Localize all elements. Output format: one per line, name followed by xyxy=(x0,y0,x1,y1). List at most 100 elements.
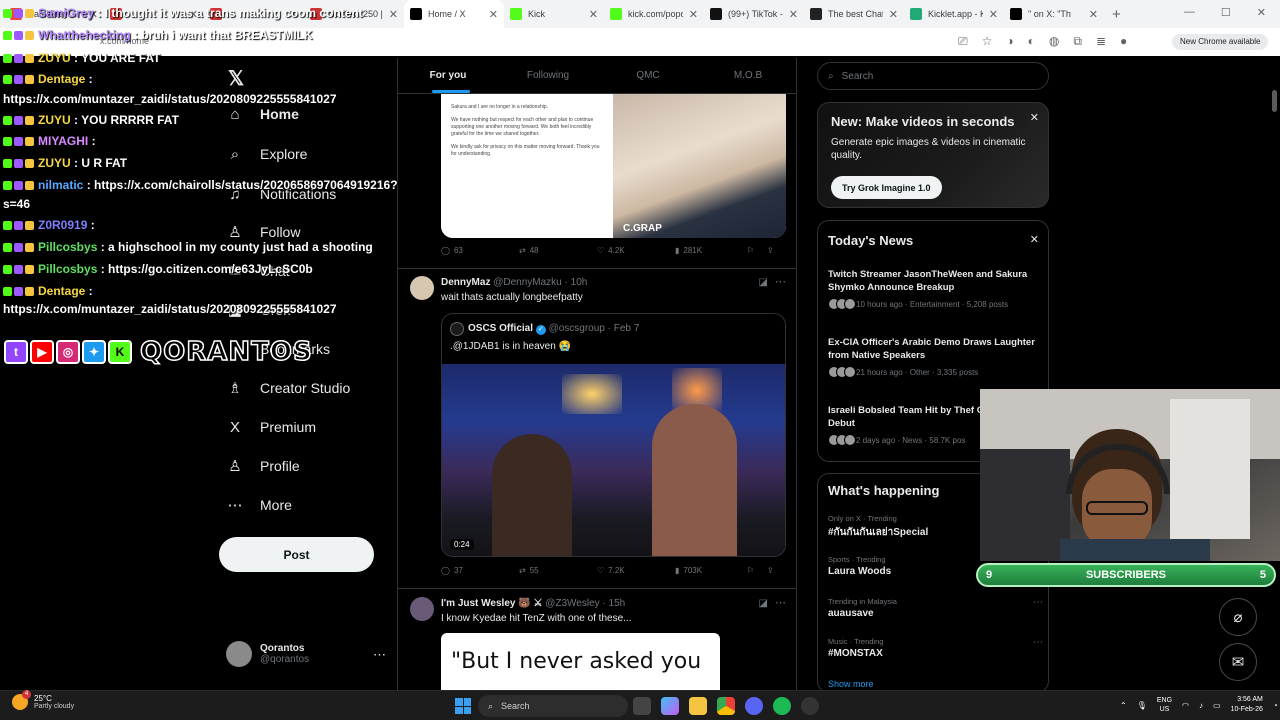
bookmark-icon[interactable]: ⚐ xyxy=(747,566,767,575)
install-icon[interactable]: ⎚ xyxy=(958,34,968,49)
post-media[interactable]: Sakura and I are no longer in a relation… xyxy=(441,94,786,238)
tab-m-o-b[interactable]: M.O.B xyxy=(698,58,796,93)
post-button[interactable]: Post xyxy=(219,537,374,572)
messages-icon[interactable]: ✉ xyxy=(1219,643,1257,681)
close-icon[interactable]: ✕ xyxy=(989,8,998,21)
nav-item-premium[interactable]: X Premium xyxy=(224,413,316,441)
more-icon[interactable]: ⋯ xyxy=(775,596,786,609)
browser-tab[interactable]: kick.com/popo ✕ xyxy=(604,0,704,28)
extension-icon[interactable]: ◑ xyxy=(1006,34,1013,49)
grok-icon[interactable]: ◪ xyxy=(759,598,768,609)
maximize-icon[interactable]: ☐ xyxy=(1221,6,1231,19)
task-view-icon[interactable] xyxy=(633,697,651,715)
more-icon[interactable]: ⋯ xyxy=(1033,637,1043,648)
close-icon[interactable]: ✕ xyxy=(1030,111,1039,124)
browser-tab[interactable]: Kicklet.app - K ✕ xyxy=(904,0,1004,28)
star-icon[interactable]: ☆ xyxy=(982,34,993,49)
news-item[interactable]: Twitch Streamer JasonTheWeen and Sakura … xyxy=(828,268,1043,310)
like-button[interactable]: ♡ 4.2K xyxy=(597,246,675,255)
browser-tab[interactable]: " on X: "Th ✕ xyxy=(1004,0,1104,28)
repost-button[interactable]: ⇄ 55 xyxy=(519,566,597,575)
discord-icon[interactable] xyxy=(745,697,763,715)
windows-start-icon[interactable] xyxy=(455,698,471,714)
nav-item-more[interactable]: ⋯ More xyxy=(224,491,292,519)
reply-button[interactable]: ◯ 37 xyxy=(441,566,519,575)
puzzle-icon[interactable]: ⧉ xyxy=(1073,34,1082,49)
video-player[interactable]: 0:24 xyxy=(442,364,785,556)
views-button[interactable]: ▮ 703K xyxy=(675,566,747,575)
weather-widget[interactable]: 4 25°C Partly cloudy xyxy=(12,690,74,710)
chrome-icon[interactable] xyxy=(717,697,735,715)
reply-count: 63 xyxy=(453,246,463,255)
news-item[interactable]: Ex-CIA Officer's Arabic Demo Draws Laugh… xyxy=(828,336,1043,378)
clock[interactable]: 3:56 AM 10-Feb-26 xyxy=(1231,695,1263,715)
reply-button[interactable]: ◯ 63 xyxy=(441,246,519,255)
share-icon[interactable]: ⇪ xyxy=(767,246,774,255)
extension-icon[interactable]: ◍ xyxy=(1049,34,1059,49)
repost-button[interactable]: ⇄ 48 xyxy=(519,246,597,255)
close-icon[interactable]: ✕ xyxy=(1089,8,1098,21)
taskbar: 4 25°C Partly cloudy ⌕ Search ⌃ 🎙 ENG US … xyxy=(0,690,1280,720)
quoted-post[interactable]: OSCS Official ✓ @oscsgroup · Feb 7 .@1JD… xyxy=(441,313,786,557)
chat-badge-icon xyxy=(25,243,34,253)
grok-icon[interactable]: ◪ xyxy=(759,277,768,288)
close-icon[interactable]: ✕ xyxy=(489,8,498,21)
close-icon[interactable]: ✕ xyxy=(1030,233,1039,246)
reply-icon: ◯ xyxy=(441,566,450,575)
more-icon[interactable]: ⋯ xyxy=(775,275,786,288)
subs-goal: 5 xyxy=(1259,569,1266,581)
more-icon[interactable]: ⋯ xyxy=(373,647,386,663)
extension-icon[interactable]: ◐ xyxy=(1028,34,1035,49)
file-explorer-icon[interactable] xyxy=(689,697,707,715)
browser-tab[interactable]: (99+) TikTok - M ✕ xyxy=(704,0,804,28)
profile-avatar-icon[interactable]: ● xyxy=(1120,34,1127,49)
battery-icon[interactable]: ▭ xyxy=(1213,701,1221,710)
chevron-up-icon[interactable]: ⌃ xyxy=(1120,701,1127,710)
tab-for-you[interactable]: For you xyxy=(398,58,498,93)
grok-icon[interactable]: ⌀ xyxy=(1219,598,1257,636)
close-icon[interactable]: ✕ xyxy=(889,8,898,21)
close-window-icon[interactable]: ✕ xyxy=(1257,6,1266,19)
browser-tab[interactable]: Kick ✕ xyxy=(504,0,604,28)
chat-badge-icon xyxy=(14,75,23,85)
browser-tab[interactable]: The best Chat ✕ xyxy=(804,0,904,28)
try-grok-imagine-button[interactable]: Try Grok Imagine 1.0 xyxy=(831,176,942,199)
nav-item-creator-studio[interactable]: ♗ Creator Studio xyxy=(224,374,350,402)
post-actions: ◯ 37 ⇄ 55 ♡ 7.2K ▮ 703K ⚐ ⇪ xyxy=(441,566,786,575)
microphone-icon[interactable]: 🎙 xyxy=(1137,701,1147,710)
account-switcher[interactable]: Qorantos @qorantos ⋯ xyxy=(226,641,386,667)
author-name[interactable]: I'm Just Wesley 🐻 ⚔ xyxy=(441,598,542,609)
minimize-icon[interactable]: — xyxy=(1184,6,1195,19)
like-button[interactable]: ♡ 7.2K xyxy=(597,566,675,575)
post-image[interactable]: "But I never asked you xyxy=(441,633,720,690)
taskbar-search[interactable]: ⌕ Search xyxy=(478,695,628,717)
more-icon[interactable]: ⋯ xyxy=(1033,597,1043,608)
spotify-icon[interactable] xyxy=(773,697,791,715)
search-input[interactable]: ⌕ Search xyxy=(817,62,1049,90)
close-icon[interactable]: ✕ xyxy=(789,8,798,21)
trend-item[interactable]: Trending in Malaysia auausave ⋯ xyxy=(828,597,1043,619)
new-chrome-available-button[interactable]: New Chrome available xyxy=(1172,34,1269,50)
new-tab-icon[interactable]: + xyxy=(1112,6,1121,23)
author-name[interactable]: DennyMaz xyxy=(441,277,490,288)
copilot-icon[interactable] xyxy=(661,697,679,715)
show-more-link[interactable]: Show more xyxy=(828,679,1043,689)
volume-icon[interactable]: ♪ xyxy=(1199,701,1203,710)
share-icon[interactable]: ⇪ xyxy=(767,566,774,575)
obs-icon[interactable] xyxy=(801,697,819,715)
video-frame xyxy=(492,434,572,556)
scrollbar[interactable] xyxy=(1270,58,1280,690)
scrollbar-thumb[interactable] xyxy=(1272,90,1277,112)
tab-qmc[interactable]: QMC xyxy=(598,58,698,93)
wifi-icon[interactable]: ◠ xyxy=(1182,701,1189,710)
close-icon[interactable]: ✕ xyxy=(689,8,698,21)
language-indicator[interactable]: ENG US xyxy=(1157,696,1172,714)
nav-item-profile[interactable]: ♙ Profile xyxy=(224,452,299,480)
views-button[interactable]: ▮ 281K xyxy=(675,246,747,255)
close-icon[interactable]: ✕ xyxy=(589,8,598,21)
notification-icon[interactable]: ◔ xyxy=(1273,701,1278,710)
bookmark-icon[interactable]: ⚐ xyxy=(747,246,767,255)
playlist-icon[interactable]: ≣ xyxy=(1096,34,1106,49)
tab-following[interactable]: Following xyxy=(498,58,598,93)
trend-item[interactable]: Music · Trending #MONSTAX ⋯ xyxy=(828,637,1043,659)
